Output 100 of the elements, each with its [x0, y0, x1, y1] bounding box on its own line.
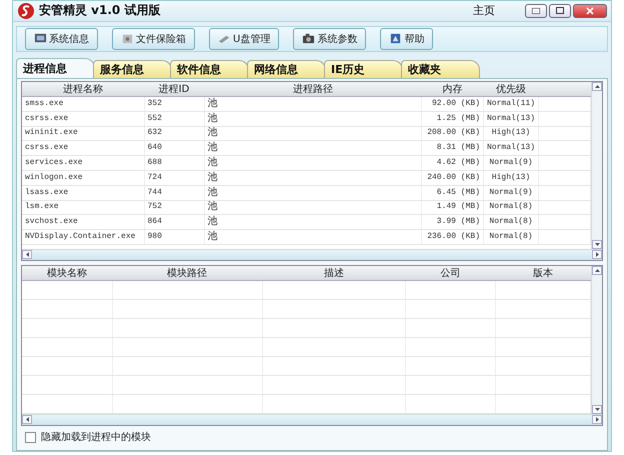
table-cell: 池 [204, 140, 422, 156]
table-cell: High(13) [484, 126, 538, 141]
column-header[interactable]: 描述 [262, 266, 406, 280]
table-cell: 4.62 (MB) [422, 156, 484, 170]
vertical-scrollbar[interactable] [591, 82, 602, 249]
tab[interactable]: 网络信息 [247, 60, 326, 78]
minimize-icon [532, 8, 540, 14]
close-button[interactable] [573, 4, 607, 18]
table-cell: 552 [144, 111, 204, 126]
column-header[interactable]: 内存 [422, 82, 484, 96]
table-cell: Normal(8) [484, 200, 538, 215]
table-cell: 1.49 (MB) [422, 200, 484, 215]
left-arrow-icon [24, 417, 30, 422]
table-cell: 640 [144, 140, 204, 156]
table-cell: lsass.exe [22, 185, 144, 200]
home-link[interactable]: 主页 [473, 3, 495, 18]
table-cell: 8.31 (MB) [422, 140, 484, 156]
table-cell: svchost.exe [22, 214, 144, 230]
table-cell: 池 [204, 230, 422, 244]
table-cell: 3.99 (MB) [422, 214, 484, 230]
table-cell: Normal(8) [484, 214, 538, 230]
column-header[interactable]: 模块路径 [112, 266, 262, 280]
right-arrow-icon [594, 417, 600, 422]
maximize-button[interactable] [549, 4, 571, 18]
table-cell: 6.45 (MB) [422, 185, 484, 200]
maximize-icon [556, 7, 564, 14]
tab[interactable]: 收藏夹 [401, 60, 480, 78]
up-arrow-icon [594, 84, 600, 89]
toolbar-button[interactable]: 文件保险箱 [112, 28, 195, 50]
logo-icon [17, 2, 35, 20]
table-cell: winlogon.exe [22, 170, 144, 186]
table-cell: 池 [204, 200, 422, 215]
tab[interactable]: 软件信息 [170, 60, 249, 78]
horizontal-scrollbar[interactable] [22, 414, 602, 425]
tab[interactable]: IE历史 [324, 60, 403, 78]
table-cell: 688 [144, 156, 204, 170]
column-header[interactable]: 进程ID [144, 82, 204, 96]
table-cell: 724 [144, 170, 204, 186]
table-cell: Normal(11) [484, 96, 538, 112]
scroll-arrow-button[interactable] [22, 415, 32, 424]
table-cell: 744 [144, 185, 204, 200]
toolbar-button[interactable]: U盘管理 [209, 28, 280, 50]
toolbar-button[interactable]: 帮助 [380, 28, 434, 50]
table-cell: 池 [204, 156, 422, 170]
toolbar-button[interactable]: 系统信息 [25, 28, 98, 50]
column-header[interactable]: 公司 [406, 266, 496, 280]
table-cell: 池 [204, 126, 422, 141]
column-header[interactable]: 模块名称 [22, 266, 112, 280]
table-cell: csrss.exe [22, 140, 144, 156]
table-cell: 92.00 (KB) [422, 96, 484, 112]
table-cell: 池 [204, 96, 422, 112]
table-cell: Normal(9) [484, 185, 538, 200]
table-cell: 208.00 (KB) [422, 126, 484, 141]
table-cell: 池 [204, 214, 422, 230]
up-arrow-icon [594, 268, 600, 273]
table-cell: wininit.exe [22, 126, 144, 141]
checkbox-label: 隐藏加载到进程中的模块 [41, 430, 151, 444]
table-cell: NVDisplay.Container.exe [22, 230, 144, 244]
minimize-button[interactable] [525, 4, 547, 18]
tab[interactable]: 服务信息 [93, 60, 172, 78]
table-cell: 352 [144, 96, 204, 112]
toolbar-button[interactable]: 系统参数 [293, 28, 366, 50]
column-header[interactable]: 优先级 [484, 82, 538, 96]
window-title: 安管精灵 v1.0 试用版 [39, 2, 160, 20]
column-header[interactable]: 进程名称 [22, 82, 144, 96]
scroll-arrow-button[interactable] [592, 82, 602, 91]
table-cell: Normal(8) [484, 230, 538, 244]
vertical-scrollbar[interactable] [591, 266, 602, 414]
table-cell: Normal(13) [484, 111, 538, 126]
column-header[interactable]: 版本 [496, 266, 590, 280]
scroll-arrow-button[interactable] [592, 415, 602, 424]
table-cell: High(13) [484, 170, 538, 186]
scroll-arrow-button[interactable] [592, 240, 602, 249]
close-icon [586, 6, 594, 15]
down-arrow-icon [594, 407, 600, 412]
scroll-arrow-button[interactable] [22, 250, 32, 259]
table-cell: 240.00 (KB) [422, 170, 484, 186]
left-arrow-icon [24, 252, 30, 257]
scroll-arrow-button[interactable] [592, 405, 602, 414]
right-arrow-icon [594, 252, 600, 257]
scroll-arrow-button[interactable] [592, 266, 602, 275]
table-cell: 池 [204, 170, 422, 186]
column-header[interactable]: 进程路径 [204, 82, 422, 96]
table-cell: 864 [144, 214, 204, 230]
checkbox[interactable] [25, 432, 36, 442]
scroll-arrow-button[interactable] [592, 250, 602, 259]
table-cell: 752 [144, 200, 204, 215]
table-cell: 236.00 (KB) [422, 230, 484, 244]
table-cell: 池 [204, 111, 422, 126]
table-cell: Normal(13) [484, 140, 538, 156]
table-cell: csrss.exe [22, 111, 144, 126]
table-cell: services.exe [22, 156, 144, 170]
down-arrow-icon [594, 242, 600, 247]
table-cell: smss.exe [22, 96, 144, 112]
table-cell: 池 [204, 185, 422, 200]
tab[interactable]: 进程信息 [16, 58, 95, 78]
horizontal-scrollbar[interactable] [22, 249, 602, 260]
camera-icon [302, 32, 316, 46]
table-cell: lsm.exe [22, 200, 144, 215]
table-cell: 980 [144, 230, 204, 244]
